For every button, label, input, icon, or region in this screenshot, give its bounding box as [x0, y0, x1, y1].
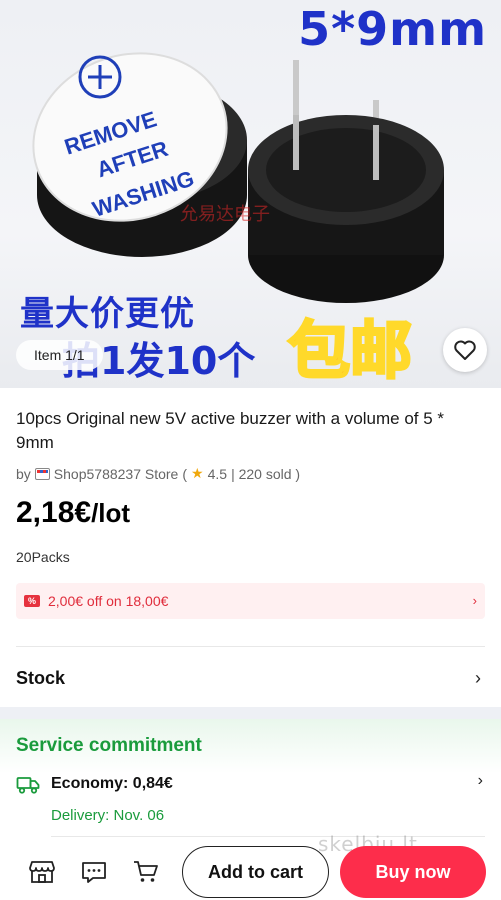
image-watermark: 允易达电子: [180, 204, 270, 225]
chat-icon: [82, 862, 106, 883]
divider: [51, 836, 485, 837]
truck-icon: [16, 777, 40, 794]
coupon-banner[interactable]: % 2,00€ off on 18,00€ ›: [16, 583, 485, 619]
buzzer-with-pins-image: [248, 60, 444, 303]
section-gap: [0, 707, 501, 719]
store-button[interactable]: [28, 858, 56, 886]
shipping-option[interactable]: Economy: 0,84€: [51, 775, 173, 793]
price: 2,18€: [16, 496, 92, 529]
pack-info: 20Packs: [16, 549, 70, 565]
price-unit: /lot: [91, 498, 131, 528]
store-line[interactable]: by Shop5788237 Store ( ★ 4.5 | 220 sold …: [16, 465, 300, 482]
buzzer-with-sticker-image: REMOVE AFTER WASHING: [32, 52, 247, 257]
chevron-right-icon: ›: [475, 667, 481, 688]
buy-now-button[interactable]: Buy now: [340, 846, 486, 898]
delivery-date: Delivery: Nov. 06: [51, 807, 165, 824]
wishlist-button[interactable]: [443, 328, 487, 372]
image-counter: Item 1/1: [16, 340, 103, 370]
image-promo-free-shipping: 包邮: [286, 313, 413, 389]
rating-open: (: [182, 465, 188, 482]
add-to-cart-button[interactable]: Add to cart: [182, 846, 329, 898]
rating-value: 4.5: [207, 465, 228, 482]
store-name[interactable]: Shop5788237 Store: [54, 466, 179, 482]
cart-button[interactable]: [132, 858, 160, 886]
store-icon: [34, 467, 50, 480]
message-button[interactable]: [80, 858, 108, 886]
service-title: Service commitment: [16, 735, 202, 756]
product-image[interactable]: 5*9mm REMOVE AFTER WASHING 允易达电子 量大价更优 拍…: [0, 0, 501, 388]
sold-count: | 220 sold ): [231, 465, 301, 482]
star-icon: ★: [191, 465, 204, 481]
chevron-right-icon: ›: [472, 593, 477, 608]
coupon-icon: %: [24, 595, 40, 607]
stock-label: Stock: [16, 667, 66, 688]
by-label: by: [16, 465, 31, 482]
divider: [16, 646, 485, 647]
coupon-text: 2,00€ off on 18,00€: [48, 593, 169, 609]
store-front-icon: [29, 861, 55, 883]
chevron-right-icon[interactable]: ›: [478, 772, 483, 790]
stock-row[interactable]: Stock ›: [16, 658, 485, 698]
price-row: 2,18€ /lot: [16, 496, 130, 530]
heart-icon: [454, 340, 476, 360]
product-title: 10pcs Original new 5V active buzzer with…: [16, 409, 445, 452]
image-size-text: 5*9mm: [298, 2, 487, 56]
image-promo-line1: 量大价更优: [20, 294, 195, 334]
shopping-cart-icon: [134, 861, 158, 882]
